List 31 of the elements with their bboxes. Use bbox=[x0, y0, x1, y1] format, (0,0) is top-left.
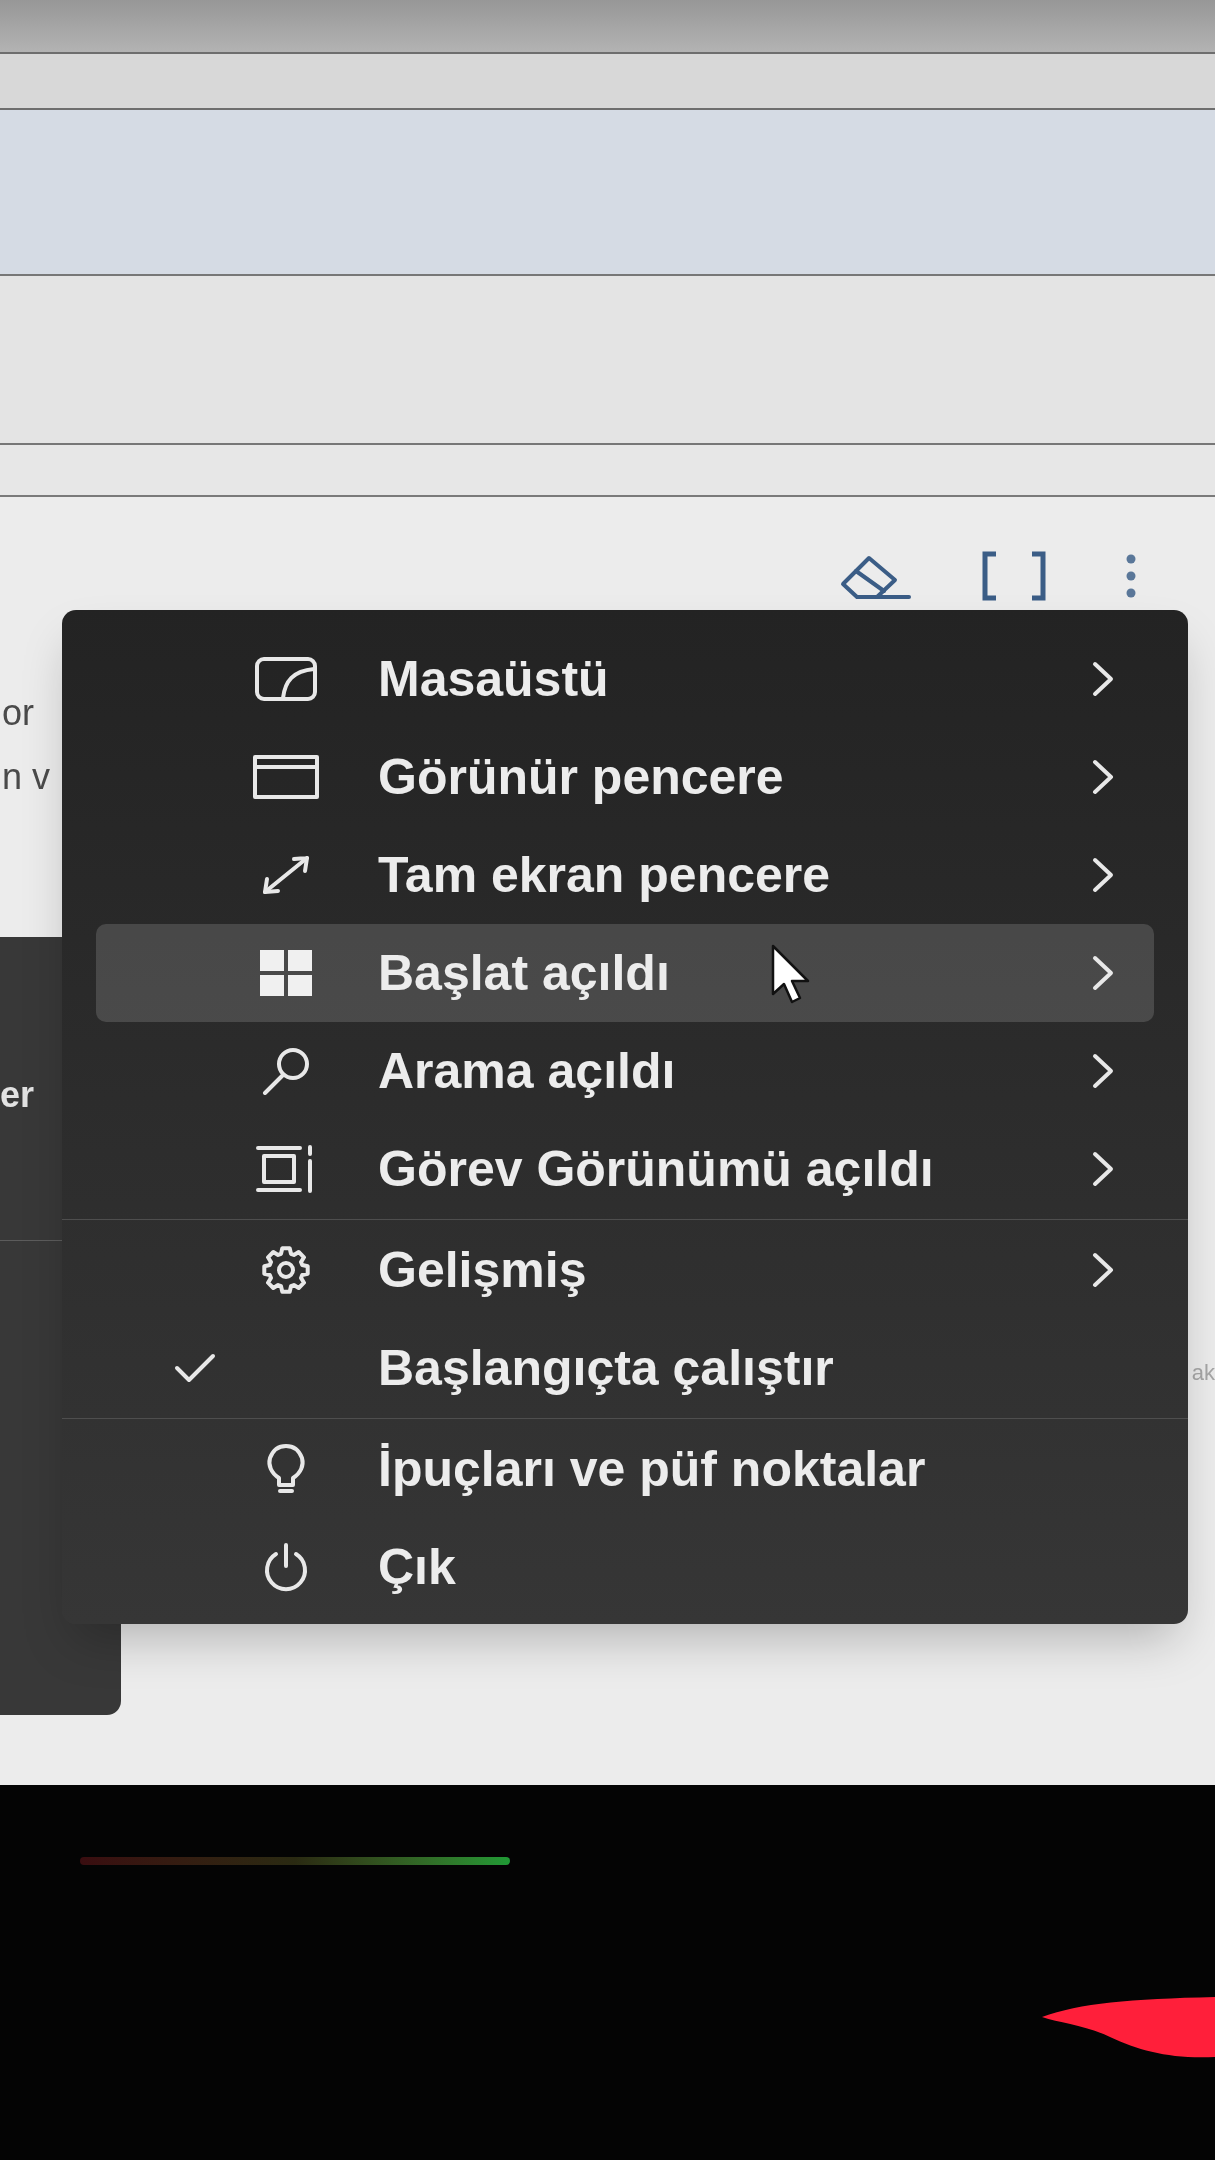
lightbulb-icon bbox=[266, 1444, 306, 1494]
chevron-right-icon bbox=[1092, 1053, 1114, 1089]
menu-item[interactable]: Başlangıçta çalıştır bbox=[96, 1319, 1154, 1417]
menu-item[interactable]: Tam ekran pencere bbox=[96, 826, 1154, 924]
more-options-icon[interactable] bbox=[1125, 552, 1137, 599]
mouse-cursor-icon bbox=[771, 944, 811, 1004]
menu-item[interactable]: Görev Görünümü açıldı bbox=[96, 1120, 1154, 1218]
menu-item[interactable]: Masaüstü bbox=[96, 630, 1154, 728]
chevron-right-icon bbox=[1092, 1252, 1114, 1288]
brackets-icon[interactable] bbox=[981, 550, 1047, 601]
page-text: n v bbox=[2, 759, 51, 795]
chevron-right-icon bbox=[1092, 661, 1114, 697]
chevron-right-icon bbox=[1092, 955, 1114, 991]
menu-item[interactable]: Çık bbox=[96, 1518, 1154, 1616]
page-text: or bbox=[2, 695, 34, 731]
search-icon bbox=[261, 1047, 311, 1095]
settings-icon bbox=[262, 1246, 310, 1294]
chevron-right-icon bbox=[1092, 1151, 1114, 1187]
screen-icon bbox=[255, 657, 317, 701]
chevron-right-icon bbox=[1092, 759, 1114, 795]
grid-squares-icon bbox=[260, 950, 312, 996]
menu-item[interactable]: Arama açıldı bbox=[96, 1022, 1154, 1120]
page-text: ak bbox=[1191, 1359, 1215, 1387]
chevron-right-icon bbox=[1092, 857, 1114, 893]
menu-item[interactable]: Başlat açıldı bbox=[96, 924, 1154, 1022]
panel-text: er bbox=[0, 1077, 35, 1113]
menu-item[interactable]: İpuçları ve püf noktalar bbox=[96, 1420, 1154, 1518]
menu-item[interactable]: Görünür pencere bbox=[96, 728, 1154, 826]
window-icon bbox=[253, 755, 319, 799]
menu-item[interactable]: Gelişmiş bbox=[96, 1221, 1154, 1319]
power-icon bbox=[262, 1542, 310, 1592]
